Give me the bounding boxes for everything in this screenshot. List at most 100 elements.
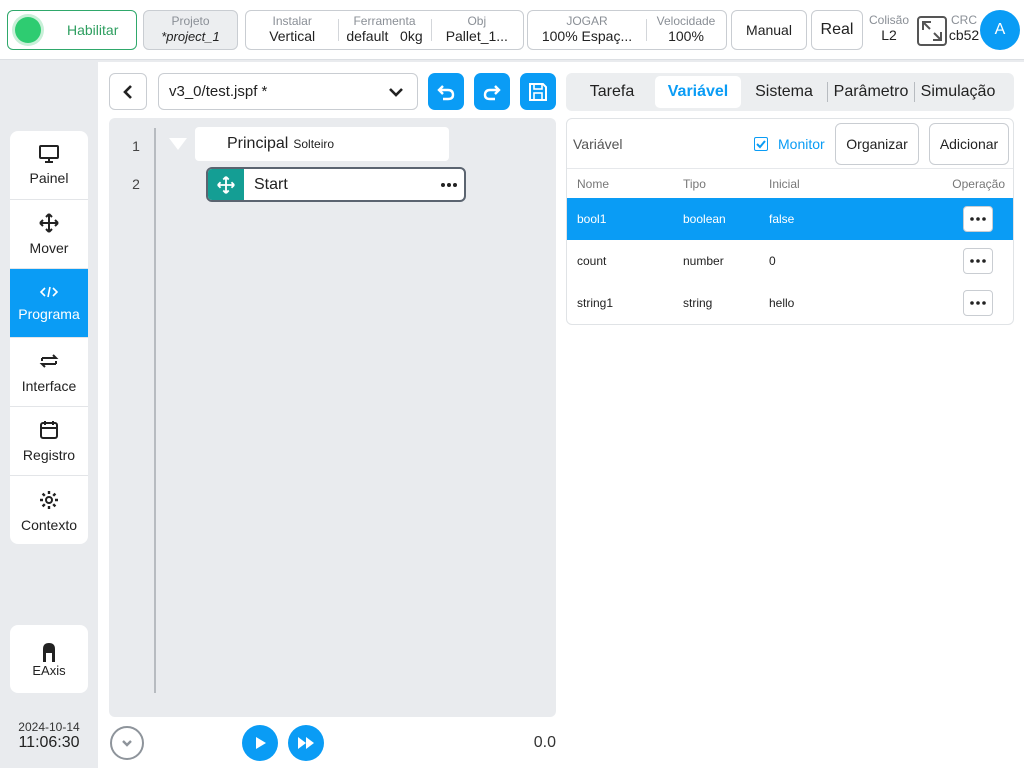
project-selector[interactable]: Projeto *project_1 (143, 10, 238, 50)
install-label: Instalar (272, 14, 312, 28)
sidebar-item-mover[interactable]: Mover (10, 200, 88, 269)
tree-connector (154, 128, 156, 693)
variable-panel-title: Variável (573, 136, 623, 152)
right-tabs: Tarefa Variável Sistema Parâmetro Simula… (566, 73, 1014, 111)
sidebar-item-label: Registro (22, 447, 76, 463)
line-number: 2 (132, 176, 140, 192)
node-more-icon[interactable] (434, 182, 464, 188)
enable-button[interactable]: Habilitar (7, 10, 137, 50)
collision-value: L2 (881, 27, 897, 43)
collapse-triangle-icon[interactable] (169, 138, 187, 150)
table-row[interactable]: bool1 boolean false (567, 198, 1013, 240)
fast-forward-icon (298, 737, 314, 749)
code-icon (39, 286, 59, 298)
user-avatar[interactable]: A (980, 10, 1020, 50)
start-node[interactable]: Start (206, 167, 466, 202)
save-button[interactable] (520, 73, 556, 110)
var-initial: 0 (769, 254, 776, 268)
organize-button[interactable]: Organizar (835, 123, 919, 165)
install-panel[interactable]: Instalar Vertical Ferramenta default 0kg… (245, 10, 524, 50)
current-date: 2024-10-14 (18, 720, 80, 734)
play-button[interactable] (242, 725, 278, 761)
tab-variavel[interactable]: Variável (655, 76, 741, 108)
run-speed-value: 0.0 (533, 734, 556, 751)
tab-sistema[interactable]: Sistema (741, 76, 827, 108)
manual-mode-button[interactable]: Manual (731, 10, 807, 50)
move-icon (39, 213, 59, 233)
var-type: number (683, 254, 724, 268)
save-icon (529, 82, 547, 101)
swap-icon (39, 354, 59, 368)
eaxis-button[interactable]: EAxis (10, 625, 88, 693)
object-label: Obj (467, 14, 487, 28)
table-header: Nome Tipo Inicial Operação (567, 168, 1013, 198)
redo-icon (483, 84, 501, 100)
jog-segment[interactable]: JOGAR 100% Espaç... (528, 11, 646, 49)
line-number: 1 (132, 138, 140, 154)
step-mode-button[interactable] (110, 726, 144, 760)
tool-segment[interactable]: Ferramenta default 0kg (338, 11, 430, 49)
crc-readout: CRC cb52 (948, 14, 980, 44)
jog-panel[interactable]: JOGAR 100% Espaç... Velocidade 100% (527, 10, 727, 50)
row-more-button[interactable] (963, 290, 993, 316)
tab-simulacao[interactable]: Simulação (915, 76, 1001, 108)
monitor-label[interactable]: Monitor (778, 136, 825, 152)
sidebar-item-programa[interactable]: Programa (10, 269, 88, 338)
var-name: bool1 (577, 212, 607, 226)
var-type: boolean (683, 212, 726, 226)
undo-button[interactable] (428, 73, 464, 110)
node-sublabel: Solteiro (293, 137, 335, 151)
variable-panel: Variável Monitor Organizar Adicionar Nom… (566, 118, 1014, 325)
redo-button[interactable] (474, 73, 510, 110)
table-row[interactable]: count number 0 (567, 240, 1013, 282)
install-segment[interactable]: Instalar Vertical (246, 11, 338, 49)
collision-level[interactable]: Colisão L2 (866, 14, 912, 44)
check-icon (756, 140, 766, 149)
more-icon (970, 217, 986, 221)
sidebar-item-label: Mover (29, 240, 69, 256)
collision-label: Colisão (868, 13, 910, 27)
sidebar-item-label: Interface (21, 378, 77, 394)
monitor-checkbox[interactable] (754, 137, 768, 151)
column-header-operation: Operação (952, 176, 1005, 191)
more-icon (970, 301, 986, 305)
monitor-icon (39, 145, 59, 163)
add-variable-button[interactable]: Adicionar (929, 123, 1009, 165)
node-label: Principal (227, 135, 289, 152)
sidebar-item-label: Painel (29, 170, 69, 186)
tab-tarefa[interactable]: Tarefa (569, 76, 655, 108)
real-mode-button[interactable]: Real (811, 10, 863, 50)
enable-status-led (15, 17, 41, 43)
table-row[interactable]: string1 string hello (567, 282, 1013, 324)
chevron-down-icon (389, 88, 403, 97)
back-button[interactable] (109, 73, 147, 110)
sidebar-item-contexto[interactable]: Contexto (10, 476, 88, 544)
row-more-button[interactable] (963, 206, 993, 232)
crc-label: CRC (951, 13, 977, 27)
speed-segment[interactable]: Velocidade 100% (646, 11, 726, 49)
enable-label: Habilitar (67, 22, 119, 38)
file-select[interactable]: v3_0/test.jspf * (158, 73, 418, 110)
program-tree[interactable] (109, 118, 556, 717)
var-initial: false (769, 212, 795, 226)
project-value: *project_1 (161, 29, 220, 44)
principal-node[interactable]: Principal Solteiro (195, 127, 449, 161)
install-value: Vertical (269, 28, 316, 44)
sidebar-item-painel[interactable]: Painel (10, 131, 88, 200)
fast-forward-button[interactable] (288, 725, 324, 761)
play-icon (256, 737, 266, 749)
move-icon (208, 169, 244, 200)
expand-icon[interactable] (917, 16, 947, 46)
current-time: 11:06:30 (18, 734, 80, 751)
sidebar-item-label: Contexto (20, 516, 78, 533)
column-header-initial: Inicial (769, 176, 800, 191)
tool-label: Ferramenta (353, 14, 416, 28)
row-more-button[interactable] (963, 248, 993, 274)
sidebar-item-registro[interactable]: Registro (10, 407, 88, 476)
object-segment[interactable]: Obj Pallet_1... (430, 11, 523, 49)
var-name: string1 (577, 296, 614, 310)
var-initial: hello (769, 296, 795, 310)
sidebar-item-interface[interactable]: Interface (10, 338, 88, 407)
tab-parametro[interactable]: Parâmetro (828, 76, 914, 108)
jog-label: JOGAR (566, 14, 608, 28)
